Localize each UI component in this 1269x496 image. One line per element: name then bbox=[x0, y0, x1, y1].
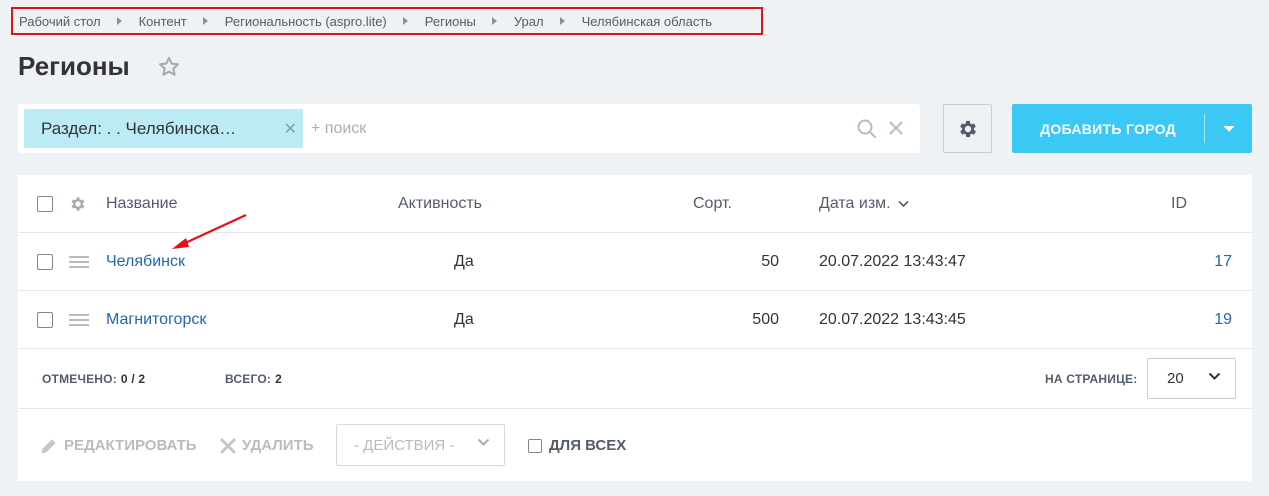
regions-table: Название Активность Сорт. Дата изм. ID Ч… bbox=[18, 175, 1252, 481]
per-page-value: 20 bbox=[1167, 370, 1184, 387]
for-all-toggle: ДЛЯ ВСЕХ bbox=[528, 410, 626, 481]
total-count-label: ВСЕГО: bbox=[225, 372, 272, 386]
favorite-star-icon[interactable] bbox=[157, 55, 181, 79]
table-summary-bar: ОТМЕЧЕНО: 0 / 2 ВСЕГО: 2 НА СТРАНИЦЕ: 20 bbox=[18, 349, 1252, 409]
sort-desc-icon bbox=[898, 200, 909, 207]
column-settings-gear-icon[interactable] bbox=[69, 195, 87, 213]
drag-handle-icon[interactable] bbox=[69, 313, 89, 327]
row-date: 20.07.2022 13:43:47 bbox=[819, 252, 966, 270]
row-date: 20.07.2022 13:43:45 bbox=[819, 310, 966, 328]
row-id-link[interactable]: 17 bbox=[1214, 233, 1232, 290]
row-active: Да bbox=[454, 252, 474, 270]
edit-button-label: РЕДАКТИРОВАТЬ bbox=[64, 437, 197, 454]
per-page-label: НА СТРАНИЦЕ: bbox=[1045, 372, 1138, 386]
for-all-label: ДЛЯ ВСЕХ bbox=[549, 437, 627, 454]
filter-chip-section[interactable]: Раздел: . . Челябинска… ✕ bbox=[24, 109, 303, 148]
row-checkbox[interactable] bbox=[37, 311, 53, 328]
breadcrumb-separator-icon bbox=[491, 17, 497, 25]
search-input[interactable]: + поиск bbox=[311, 120, 920, 138]
pencil-icon bbox=[41, 438, 56, 454]
selected-count: ОТМЕЧЕНО: 0 / 2 bbox=[42, 349, 145, 409]
column-header-date[interactable]: Дата изм. bbox=[819, 175, 909, 232]
table-row[interactable]: Магнитогорск Да 500 20.07.2022 13:43:45 … bbox=[18, 291, 1252, 349]
table-row[interactable]: Челябинск Да 50 20.07.2022 13:43:47 17 bbox=[18, 233, 1252, 291]
drag-handle-icon[interactable] bbox=[69, 255, 89, 269]
add-city-label: ДОБАВИТЬ ГОРОД bbox=[1040, 120, 1176, 137]
column-header-sort[interactable]: Сорт. bbox=[693, 175, 732, 232]
breadcrumb-item-regions[interactable]: Регионы bbox=[425, 14, 476, 29]
table-header: Название Активность Сорт. Дата изм. ID bbox=[18, 175, 1252, 233]
city-name-link[interactable]: Магнитогорск bbox=[106, 291, 206, 348]
gear-icon bbox=[959, 120, 976, 137]
row-checkbox[interactable] bbox=[37, 253, 53, 270]
settings-button[interactable] bbox=[943, 104, 992, 153]
column-header-date-label: Дата изм. bbox=[819, 194, 891, 212]
clear-search-icon[interactable] bbox=[886, 118, 906, 138]
chip-remove-icon[interactable]: ✕ bbox=[284, 119, 297, 139]
breadcrumb-item-desktop[interactable]: Рабочий стол bbox=[19, 14, 101, 29]
delete-button[interactable]: УДАЛИТЬ bbox=[220, 410, 314, 481]
add-city-button[interactable]: ДОБАВИТЬ ГОРОД bbox=[1012, 104, 1252, 153]
filter-chip-label: Раздел: . . Челябинска… bbox=[41, 118, 237, 138]
per-page-select[interactable]: 20 bbox=[1147, 358, 1236, 399]
delete-x-icon bbox=[220, 438, 236, 453]
chevron-down-icon bbox=[1208, 372, 1221, 380]
column-header-id[interactable]: ID bbox=[1171, 175, 1187, 232]
breadcrumb-separator-icon bbox=[402, 17, 408, 25]
select-all-checkbox[interactable] bbox=[37, 195, 53, 212]
selected-count-value: 0 / 2 bbox=[120, 372, 146, 386]
column-header-active[interactable]: Активность bbox=[398, 175, 482, 232]
add-city-dropdown-toggle[interactable] bbox=[1205, 125, 1252, 133]
selected-count-label: ОТМЕЧЕНО: bbox=[42, 372, 117, 386]
row-sort: 500 bbox=[752, 310, 779, 328]
breadcrumb-separator-icon bbox=[202, 17, 208, 25]
breadcrumb-separator-icon bbox=[116, 17, 122, 25]
actions-select-value: - ДЕЙСТВИЯ - bbox=[354, 436, 455, 454]
row-id-link[interactable]: 19 bbox=[1214, 291, 1232, 348]
page-title: Регионы bbox=[18, 51, 130, 81]
row-sort: 50 bbox=[761, 252, 779, 270]
breadcrumb-item-ural[interactable]: Урал bbox=[514, 14, 544, 29]
filter-search-bar[interactable]: Раздел: . . Челябинска… ✕ + поиск bbox=[18, 104, 920, 153]
breadcrumb-item-content[interactable]: Контент bbox=[139, 14, 187, 29]
chevron-down-icon bbox=[477, 438, 490, 446]
total-count: ВСЕГО: 2 bbox=[225, 349, 282, 409]
actions-select[interactable]: - ДЕЙСТВИЯ - bbox=[336, 424, 505, 466]
search-icon[interactable] bbox=[856, 118, 878, 140]
breadcrumb-item-regionality[interactable]: Региональность (aspro.lite) bbox=[225, 14, 387, 29]
delete-button-label: УДАЛИТЬ bbox=[242, 437, 314, 454]
caret-down-icon bbox=[1223, 125, 1234, 132]
for-all-checkbox[interactable] bbox=[528, 438, 542, 453]
breadcrumb: Рабочий стол Контент Региональность (asp… bbox=[11, 7, 763, 35]
city-name-link[interactable]: Челябинск bbox=[106, 233, 185, 290]
total-count-value: 2 bbox=[275, 372, 282, 386]
breadcrumb-separator-icon bbox=[559, 17, 565, 25]
column-header-name[interactable]: Название bbox=[106, 175, 178, 232]
breadcrumb-item-chelyabinsk-oblast[interactable]: Челябинская область bbox=[582, 14, 712, 29]
row-active: Да bbox=[454, 310, 474, 328]
group-actions-bar: РЕДАКТИРОВАТЬ УДАЛИТЬ - ДЕЙСТВИЯ - ДЛЯ В… bbox=[18, 410, 1252, 481]
edit-button[interactable]: РЕДАКТИРОВАТЬ bbox=[40, 410, 197, 481]
